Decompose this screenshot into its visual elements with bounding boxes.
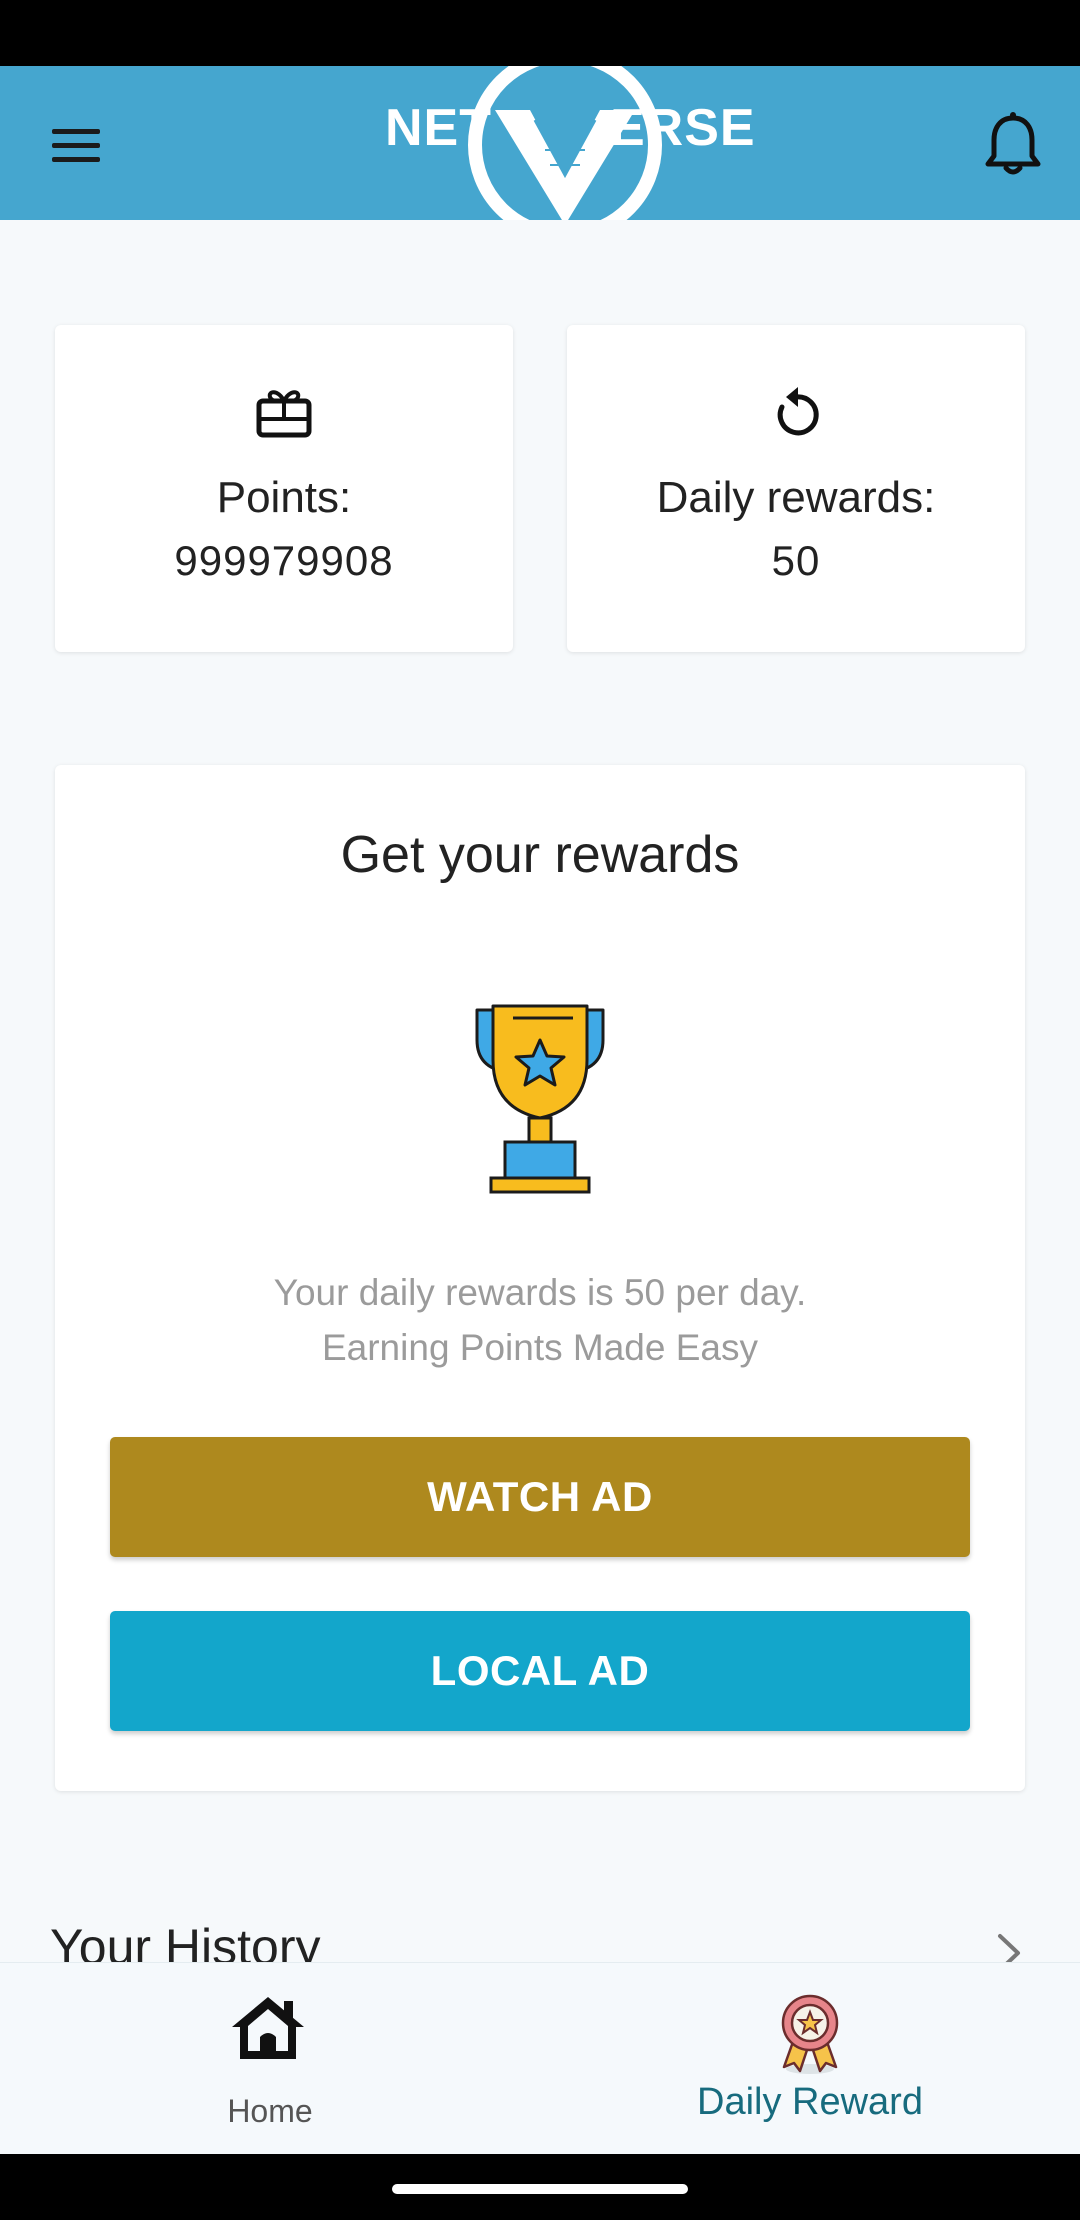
local-ad-button[interactable]: LOCAL AD (110, 1611, 970, 1731)
app-bar: NET ERSE (0, 66, 1080, 220)
home-icon (230, 1993, 306, 2063)
rewards-description-line-1: Your daily rewards is 50 per day. (273, 1272, 807, 1313)
daily-rewards-value: 50 (771, 537, 821, 584)
status-bar (0, 0, 1080, 66)
watch-ad-button[interactable]: WATCH AD (110, 1437, 970, 1557)
daily-rewards-card: Daily rewards: 50 (567, 325, 1025, 652)
rewards-description: Your daily rewards is 50 per day. Earnin… (55, 1265, 1025, 1375)
hamburger-line (52, 157, 100, 162)
bottom-navigation: Home Daily Reward (0, 1962, 1080, 2154)
trophy-icon (455, 990, 625, 1200)
nav-daily-reward-label: Daily Reward (697, 2081, 923, 2123)
points-label: Points: (216, 473, 352, 522)
nav-item-daily-reward[interactable]: Daily Reward (540, 1963, 1080, 2155)
rewards-title: Get your rewards (340, 826, 740, 884)
logo-text-right: ERSE (610, 99, 756, 157)
hamburger-menu-icon (52, 129, 100, 134)
rewards-card: Get your rewards Your daily rewards is 5… (55, 765, 1025, 1791)
logo-text-left: NET (385, 99, 492, 157)
points-card: Points: 999979908 (55, 325, 513, 652)
nav-item-home[interactable]: Home (0, 1963, 540, 2155)
gift-card-icon (254, 385, 314, 445)
points-value: 999979908 (174, 537, 394, 584)
award-ribbon-icon (772, 1991, 848, 2075)
menu-button[interactable] (44, 116, 108, 176)
bell-icon (985, 112, 1041, 175)
netverse-logo: NET ERSE (385, 66, 755, 220)
hamburger-line (52, 143, 100, 148)
notifications-button[interactable] (980, 110, 1046, 180)
home-indicator[interactable] (392, 2184, 688, 2194)
nav-home-label: Home (227, 2093, 313, 2129)
system-navigation-bar (0, 2154, 1080, 2220)
daily-rewards-label: Daily rewards: (656, 473, 936, 522)
rewards-description-line-2: Earning Points Made Easy (321, 1327, 758, 1368)
refresh-icon (766, 385, 826, 445)
